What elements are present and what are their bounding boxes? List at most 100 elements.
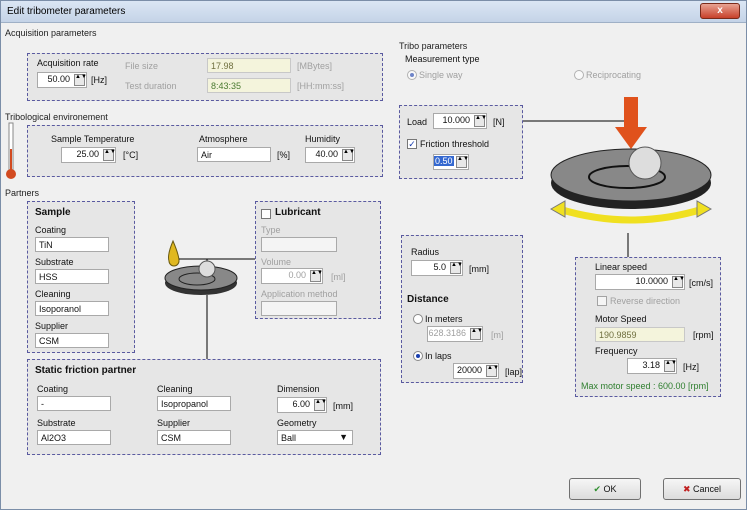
lubricant-method-field[interactable] [261, 301, 337, 316]
temp-input[interactable]: 25.00 ▲▼ [61, 147, 116, 163]
radius-unit: [mm] [469, 264, 489, 274]
radius-input[interactable]: 5.0 ▲▼ [411, 260, 463, 276]
close-button[interactable]: x [700, 3, 740, 19]
meters-radio[interactable] [413, 314, 423, 324]
lubricant-volume-unit: [ml] [331, 272, 346, 282]
ok-button[interactable]: ✔ OK [569, 478, 641, 500]
window-title: Edit tribometer parameters [7, 6, 126, 17]
acq-group-label: Acquisition parameters [5, 28, 97, 38]
lubricant-checkbox[interactable] [261, 209, 271, 219]
max-motor-speed-note: Max motor speed : 600.00 [rpm] [581, 381, 709, 391]
measurement-type-label: Measurement type [405, 54, 480, 64]
single-way-label: Single way [419, 70, 463, 80]
sample-supplier-field[interactable]: CSM [35, 333, 109, 348]
sample-supplier-label: Supplier [35, 321, 69, 331]
cancel-button[interactable]: ✖ Cancel [663, 478, 741, 500]
dimension-label: Dimension [277, 384, 320, 394]
duration-value: 8:43:35 [207, 78, 291, 93]
laps-input[interactable]: 20000 ▲▼ [453, 363, 499, 379]
static-supplier-field[interactable]: CSM [157, 430, 231, 445]
motor-speed-label: Motor Speed [595, 314, 647, 324]
lubricant-method-label: Application method [261, 289, 338, 299]
lubricant-type-label: Type [261, 225, 281, 235]
motor-speed-value: 190.9859 [595, 327, 685, 342]
filesize-unit: [MBytes] [297, 61, 333, 71]
friction-input[interactable]: 0.50 ▲▼ [433, 154, 469, 170]
acq-rate-unit: [Hz] [91, 75, 108, 85]
humidity-label: Humidity [305, 134, 341, 144]
dimension-input[interactable]: 6.00 ▲▼ [277, 397, 327, 413]
geometry-label: Geometry [277, 418, 317, 428]
reverse-label: Reverse direction [610, 296, 681, 306]
sample-substrate-field[interactable]: HSS [35, 269, 109, 284]
sample-cleaning-label: Cleaning [35, 289, 71, 299]
tribometer-diagram [523, 97, 713, 257]
dimension-unit: [mm] [333, 401, 353, 411]
load-label: Load [407, 117, 428, 127]
sample-substrate-label: Substrate [35, 257, 74, 267]
linear-speed-input[interactable]: 10.0000 ▲▼ [595, 274, 685, 290]
sample-coating-label: Coating [35, 225, 67, 235]
meters-label: In meters [425, 314, 463, 324]
static-substrate-field[interactable]: Al2O3 [37, 430, 111, 445]
single-way-radio[interactable] [407, 70, 417, 80]
lubricant-title: Lubricant [275, 207, 321, 218]
cancel-icon: ✖ [682, 484, 691, 494]
acq-rate-label: Acquisition rate [37, 58, 99, 68]
static-supplier-label: Supplier [157, 418, 191, 428]
static-cleaning-field[interactable]: Isopropanol [157, 396, 231, 411]
linear-speed-label: Linear speed [595, 262, 648, 272]
sample-disc-diagram [164, 239, 255, 361]
title-bar: Edit tribometer parameters x [1, 1, 746, 23]
reverse-checkbox[interactable] [597, 296, 607, 306]
laps-label: In laps [425, 351, 452, 361]
acq-rate-input[interactable]: 50.00 ▲▼ [37, 72, 87, 88]
static-coating-label: Coating [37, 384, 69, 394]
tribo-group-label: Tribo parameters [399, 41, 468, 51]
load-unit: [N] [493, 117, 505, 127]
distance-title: Distance [407, 294, 449, 305]
static-cleaning-label: Cleaning [157, 384, 193, 394]
radius-label: Radius [411, 247, 440, 257]
atmosphere-unit: [%] [277, 150, 291, 160]
duration-label: Test duration [125, 81, 177, 91]
static-coating-field[interactable]: - [37, 396, 111, 411]
partners-group-label: Partners [5, 188, 40, 198]
lubricant-volume-input[interactable]: 0.00 ▲▼ [261, 268, 323, 284]
meters-input[interactable]: 628.3186 ▲▼ [427, 326, 483, 342]
temp-label: Sample Temperature [51, 134, 135, 144]
check-icon: ✔ [593, 484, 601, 494]
friction-label: Friction threshold [420, 139, 490, 149]
linear-speed-unit: [cm/s] [689, 278, 713, 288]
static-title: Static friction partner [35, 365, 137, 376]
laps-unit: [lap] [505, 367, 523, 377]
filesize-label: File size [125, 61, 159, 71]
thermometer-icon [6, 122, 16, 179]
frequency-unit: [Hz] [683, 362, 700, 372]
load-input[interactable]: 10.000 ▲▼ [433, 113, 487, 129]
reciprocating-label: Reciprocating [586, 70, 642, 80]
atmosphere-label: Atmosphere [199, 134, 248, 144]
temp-unit: [°C] [123, 150, 139, 160]
chevron-down-icon: ▼ [339, 432, 348, 442]
friction-checkbox[interactable]: ✓ [407, 139, 417, 149]
static-substrate-label: Substrate [37, 418, 76, 428]
trib-group-label: Tribological environement [5, 112, 108, 122]
lubricant-volume-label: Volume [261, 257, 292, 267]
frequency-input[interactable]: 3.18 ▲▼ [627, 358, 677, 374]
meters-unit: [m] [491, 330, 504, 340]
humidity-input[interactable]: 40.00 ▲▼ [305, 147, 355, 163]
geometry-select[interactable]: Ball ▼ [277, 430, 353, 445]
sample-coating-field[interactable]: TiN [35, 237, 109, 252]
dialog-window: Edit tribometer parameters x Acquisition… [0, 0, 747, 510]
frequency-label: Frequency [595, 346, 638, 356]
duration-unit: [HH:mm:ss] [297, 81, 344, 91]
filesize-value: 17.98 [207, 58, 291, 73]
motor-speed-unit: [rpm] [693, 330, 714, 340]
lubricant-type-field[interactable] [261, 237, 337, 252]
laps-radio[interactable] [413, 351, 423, 361]
sample-title: Sample [35, 207, 71, 218]
sample-cleaning-field[interactable]: Isoporanol [35, 301, 109, 316]
atmosphere-field[interactable]: Air [197, 147, 271, 162]
reciprocating-radio[interactable] [574, 70, 584, 80]
